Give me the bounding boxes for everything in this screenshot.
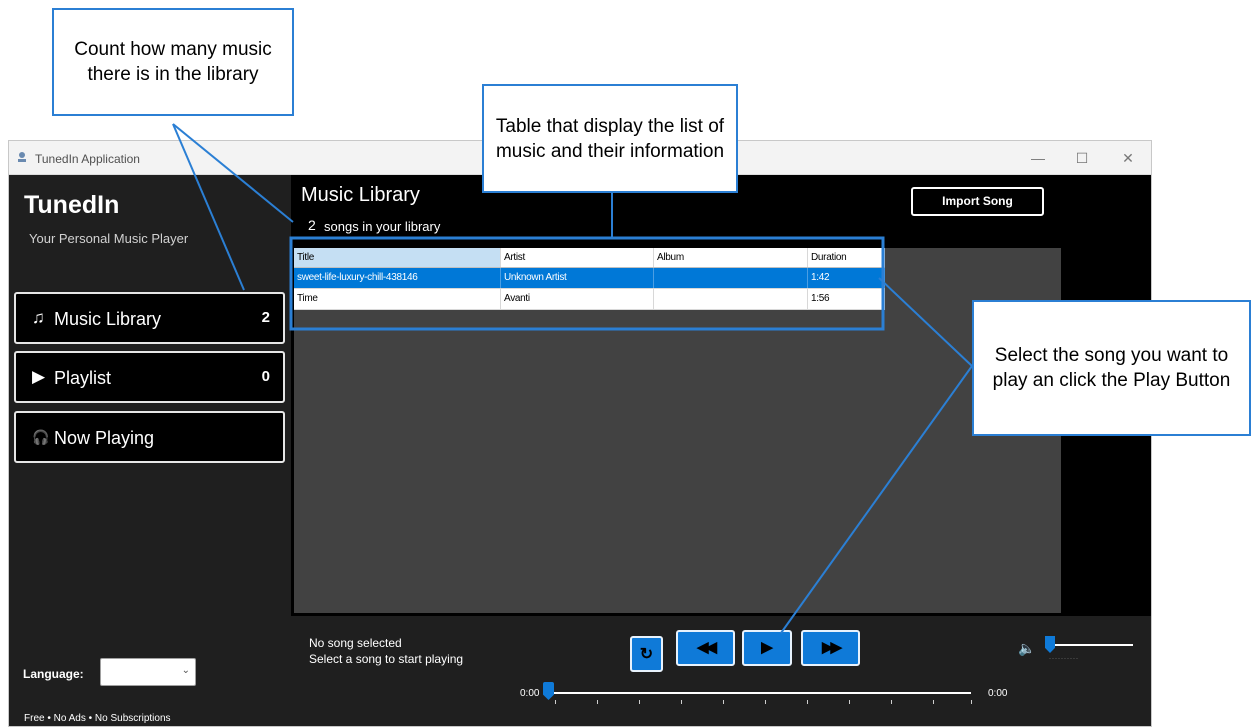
sidebar-item-label: Now Playing: [54, 428, 155, 448]
language-label: Language:: [23, 667, 84, 681]
seek-tick: [933, 700, 934, 704]
seek-tick: [555, 700, 556, 704]
now-playing-hint: Select a song to start playing: [309, 652, 464, 666]
cell-artist: Unknown Artist: [501, 268, 654, 288]
sidebar-item-label: Music Library: [54, 309, 162, 329]
play-icon: ▶: [32, 367, 46, 386]
total-time: 0:00: [988, 688, 1008, 699]
seek-tick: [681, 700, 682, 704]
main-panel: Music Library 2 songs in your library Im…: [291, 175, 1151, 726]
cell-title: Time: [294, 289, 501, 309]
sidebar-item-label: Playlist: [54, 368, 112, 388]
seek-thumb[interactable]: [543, 682, 554, 700]
table-row[interactable]: sweet-life-luxury-chill-438146 Unknown A…: [294, 268, 885, 289]
annotated-screenshot: TunedIn Application — ☐ ✕ TunedIn Your P…: [0, 0, 1252, 727]
seek-tick: [639, 700, 640, 704]
seek-tick: [849, 700, 850, 704]
seek-tick: [807, 700, 808, 704]
cell-album: [654, 289, 808, 309]
now-playing-status: No song selected: [309, 636, 402, 650]
annotation-table: Table that display the list of music and…: [482, 84, 738, 193]
sidebar-item-playlist[interactable]: ▶ Playlist 0: [14, 351, 285, 403]
volume-ticks: ··········: [1049, 656, 1079, 662]
column-header-duration[interactable]: Duration: [808, 248, 885, 267]
song-table[interactable]: Title Artist Album Duration sweet-life-l…: [294, 248, 885, 310]
column-header-artist[interactable]: Artist: [501, 248, 654, 267]
library-content-area: Title Artist Album Duration sweet-life-l…: [294, 248, 1061, 613]
seek-tick: [971, 700, 972, 704]
library-count-badge: 2: [261, 309, 270, 326]
sidebar-item-music-library[interactable]: ♫ Music Library 2: [14, 292, 285, 344]
playlist-count-badge: 0: [261, 368, 270, 385]
minimize-button[interactable]: —: [1015, 141, 1061, 175]
import-song-button[interactable]: Import Song: [911, 187, 1044, 216]
cell-title: sweet-life-luxury-chill-438146: [294, 268, 501, 288]
player-bar: No song selected Select a song to start …: [291, 616, 1151, 726]
repeat-button[interactable]: ↻: [630, 636, 663, 672]
column-header-album[interactable]: Album: [654, 248, 808, 267]
footer-note: Free • No Ads • No Subscriptions: [24, 713, 171, 724]
sidebar-item-now-playing[interactable]: 🎧 Now Playing: [14, 411, 285, 463]
sidebar: TunedIn Your Personal Music Player ♫ Mus…: [9, 175, 291, 726]
page-title: Music Library: [301, 184, 420, 206]
cell-duration: 1:56: [808, 289, 885, 309]
table-row[interactable]: Time Avanti 1:56: [294, 289, 885, 310]
seek-tick: [723, 700, 724, 704]
volume-thumb[interactable]: [1045, 636, 1055, 653]
annotation-count: Count how many music there is in the lib…: [52, 8, 294, 116]
song-count-label: songs in your library: [324, 219, 441, 234]
maximize-button[interactable]: ☐: [1059, 141, 1105, 175]
previous-button[interactable]: ◀◀: [676, 630, 735, 666]
close-button[interactable]: ✕: [1105, 141, 1151, 175]
seek-tick: [597, 700, 598, 704]
annotation-select: Select the song you want to play an clic…: [972, 300, 1251, 436]
app-tagline: Your Personal Music Player: [29, 231, 189, 246]
volume-icon[interactable]: 🔈: [1018, 640, 1035, 657]
song-count: 2: [308, 217, 316, 233]
seek-tick: [891, 700, 892, 704]
volume-slider[interactable]: [1049, 644, 1133, 646]
current-time: 0:00: [520, 688, 540, 699]
chevron-down-icon: ⌄: [181, 665, 190, 676]
app-icon: [18, 152, 26, 162]
seek-tick: [765, 700, 766, 704]
app-brand: TunedIn: [24, 191, 120, 219]
cell-artist: Avanti: [501, 289, 654, 309]
cell-album: [654, 268, 808, 288]
language-select[interactable]: ⌄: [100, 658, 196, 686]
headphones-icon: 🎧: [32, 429, 50, 445]
seek-slider[interactable]: [552, 692, 971, 694]
play-button[interactable]: ▶: [742, 630, 792, 666]
cell-duration: 1:42: [808, 268, 885, 288]
window-title: TunedIn Application: [35, 152, 140, 166]
music-note-icon: ♫: [32, 308, 45, 327]
next-button[interactable]: ▶▶: [801, 630, 860, 666]
table-header: Title Artist Album Duration: [294, 248, 885, 268]
column-header-title[interactable]: Title: [294, 248, 501, 267]
